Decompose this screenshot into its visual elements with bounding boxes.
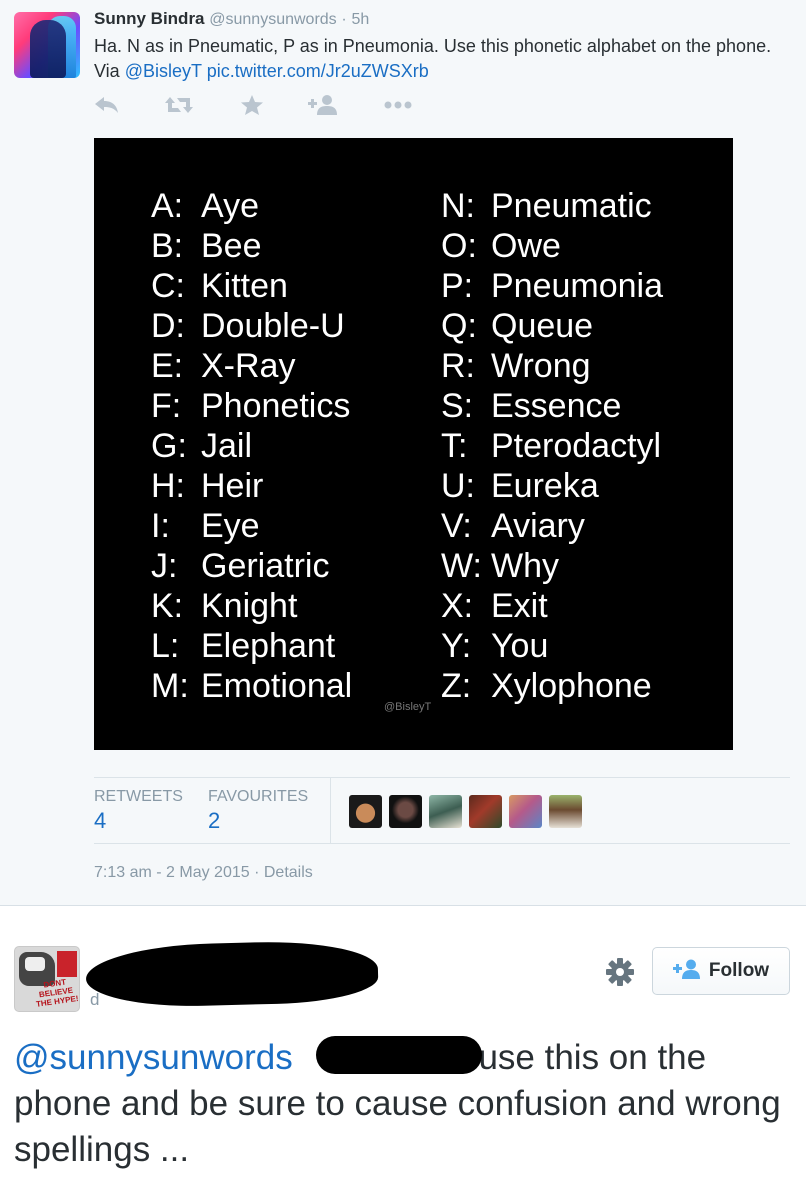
add-user-icon	[672, 959, 701, 984]
follow-button[interactable]: Follow	[652, 947, 790, 995]
redacted-author-name	[85, 939, 379, 1009]
favourites-stat[interactable]: FAVOURITES 2	[208, 788, 308, 836]
phonetic-entry: A: Aye	[151, 187, 259, 225]
favourites-count: 2	[208, 808, 221, 833]
tweet-divider	[0, 905, 806, 906]
favorite-star-icon[interactable]	[240, 92, 264, 118]
avatar-text: DONT BELIEVE THE HYPE!	[35, 977, 79, 1009]
tweet-image[interactable]: A: Aye B: Bee C: Kitten D: Double-U E: X-Ray …	[94, 138, 733, 750]
phonetic-entry: T: Pterodactyl	[441, 427, 662, 465]
user-avatar[interactable]	[469, 795, 502, 828]
phonetic-entry: K: Knight	[151, 587, 298, 625]
tweet-meta: 7:13 am - 2 May 2015 · Details	[94, 864, 313, 882]
mention-link[interactable]: @BisleyT	[125, 61, 202, 81]
reply-body-part1: use this on the	[478, 1038, 707, 1077]
retweets-label: RETWEETS	[94, 788, 183, 805]
reply-author-handle: d	[90, 990, 100, 1009]
phonetic-entry: X: Exit	[441, 587, 548, 625]
phonetic-entry: Z: Xylophone	[441, 667, 652, 705]
author-avatar[interactable]	[14, 12, 80, 78]
phonetic-entry: B: Bee	[151, 227, 262, 265]
reply-author-avatar[interactable]: DONT BELIEVE THE HYPE!	[14, 946, 80, 1012]
gear-icon[interactable]	[605, 957, 635, 987]
tweet-text: Ha. N as in Pneumatic, P as in Pneumonia…	[94, 34, 794, 84]
author-handle[interactable]: @sunnysunwords	[209, 11, 336, 28]
tweet-timestamp: 7:13 am - 2 May 2015	[94, 864, 250, 881]
retweet-icon[interactable]	[164, 92, 194, 118]
separator: ·	[341, 11, 347, 28]
phonetic-entry: U: Eureka	[441, 467, 599, 505]
tweet-time[interactable]: 5h	[351, 11, 369, 28]
phonetic-entry: G: Jail	[151, 427, 253, 465]
phonetic-entry: W: Why	[441, 547, 559, 585]
details-link[interactable]: Details	[264, 864, 313, 881]
phonetic-entry: C: Kitten	[151, 267, 288, 305]
follow-label: Follow	[708, 960, 770, 981]
author-name[interactable]: Sunny Bindra	[94, 9, 205, 28]
phonetic-entry: E: X-Ray	[151, 347, 296, 385]
phonetic-entry: Q: Queue	[441, 307, 594, 345]
tweet-actions	[94, 92, 424, 118]
phonetic-entry: O: Owe	[441, 227, 561, 265]
phonetic-entry: D: Double-U	[151, 307, 345, 345]
user-avatar[interactable]	[509, 795, 542, 828]
phonetic-entry: L: Elephant	[151, 627, 336, 665]
phonetic-entry: J: Geriatric	[151, 547, 330, 585]
more-dots-icon[interactable]	[384, 92, 412, 118]
phonetic-entry: M: Emotional	[151, 667, 353, 705]
phonetic-entry: F: Phonetics	[151, 387, 351, 425]
phonetic-entry: S: Essence	[441, 387, 622, 425]
retweets-count: 4	[94, 808, 107, 833]
tweet-header: Sunny Bindra @sunnysunwords · 5h	[94, 8, 369, 31]
reply-mention-link[interactable]: @sunnysunwords	[14, 1038, 293, 1077]
favourites-label: FAVOURITES	[208, 788, 309, 805]
phonetic-entry: V: Aviary	[441, 507, 585, 545]
phonetic-entry: Y: You	[441, 627, 549, 665]
phonetic-entry: N: Pneumatic	[441, 187, 652, 225]
user-avatar[interactable]	[389, 795, 422, 828]
stats-divider-vertical	[330, 777, 331, 843]
stats-divider-top	[94, 777, 790, 778]
phonetic-entry: I: Eye	[151, 507, 260, 545]
engagement-avatars	[349, 795, 589, 828]
follow-user-icon[interactable]	[308, 92, 338, 118]
meta-separator: ·	[254, 864, 260, 881]
image-watermark: @BisleyT	[384, 701, 432, 713]
phonetic-entry: P: Pneumonia	[441, 267, 664, 305]
original-tweet: Sunny Bindra @sunnysunwords · 5h Ha. N a…	[0, 0, 806, 905]
reply-icon[interactable]	[94, 92, 120, 118]
media-link[interactable]: pic.twitter.com/Jr2uZWSXrb	[207, 61, 429, 81]
reply-body-part2: phone and be sure to cause confusion and…	[14, 1084, 781, 1169]
user-avatar[interactable]	[349, 795, 382, 828]
phonetic-column-left: A: Aye B: Bee C: Kitten D: Double-U E: X-Ray …	[151, 186, 352, 706]
redacted-mention	[316, 1036, 482, 1074]
stats-divider-bottom	[94, 843, 790, 844]
phonetic-entry: R: Wrong	[441, 347, 591, 385]
user-avatar[interactable]	[429, 795, 462, 828]
retweets-stat[interactable]: RETWEETS 4	[94, 788, 183, 836]
user-avatar[interactable]	[549, 795, 582, 828]
phonetic-column-right: N: Pneumatic O: Owe P: Pneumonia Q: Queue R:…	[441, 186, 663, 706]
phonetic-entry: H: Heir	[151, 467, 264, 505]
